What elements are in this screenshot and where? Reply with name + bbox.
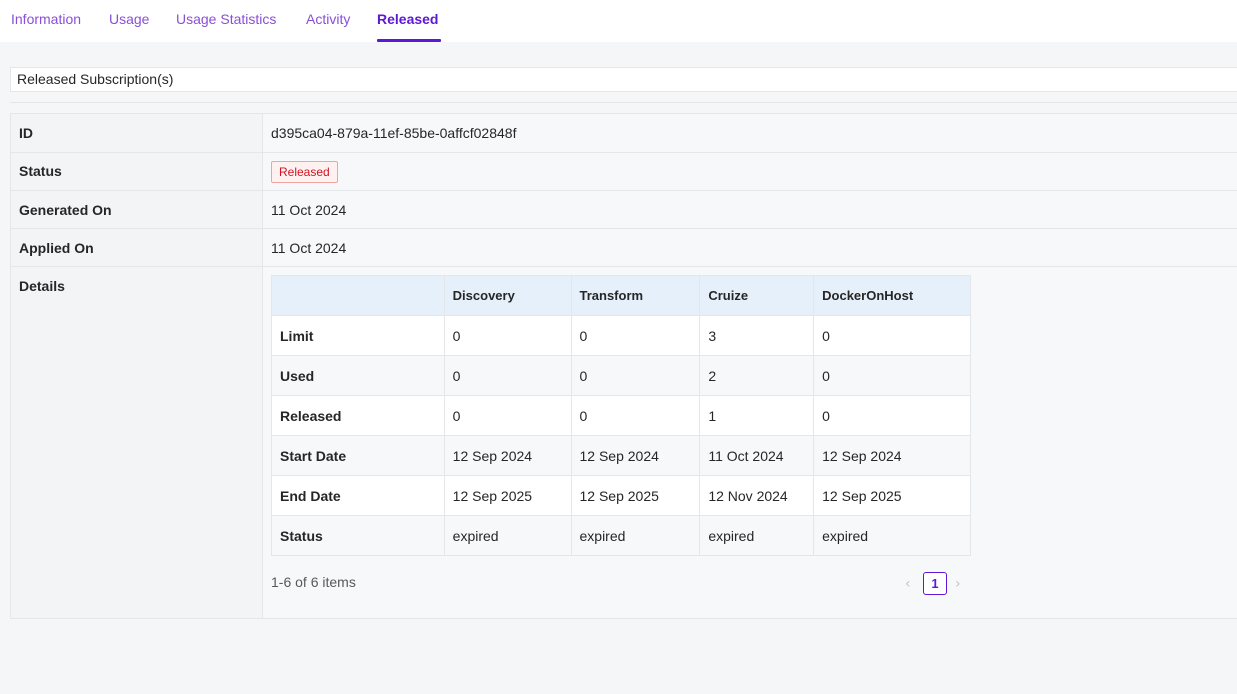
table-cell: 0 xyxy=(570,355,701,396)
table-cell: expired xyxy=(813,515,971,556)
column-header-dockeronhost: DockerOnHost xyxy=(813,275,971,316)
tab-usage-statistics[interactable]: Usage Statistics xyxy=(176,11,276,27)
tab-released[interactable]: Released xyxy=(377,11,438,27)
column-header-cruize: Cruize xyxy=(699,275,815,316)
column-header-discovery: Discovery xyxy=(443,275,572,316)
pagination-page-1[interactable]: 1 xyxy=(923,572,947,595)
field-value-applied-on: 11 Oct 2024 xyxy=(263,229,1237,266)
table-cell: expired xyxy=(570,515,701,556)
chevron-left-icon[interactable]: ‹ xyxy=(905,576,911,592)
tab-bar: Information Usage Usage Statistics Activ… xyxy=(0,0,1237,42)
table-cell: 12 Sep 2024 xyxy=(443,435,572,476)
chevron-right-icon[interactable]: › xyxy=(955,576,961,592)
row-label: End Date xyxy=(271,475,445,516)
table-cell: 12 Sep 2024 xyxy=(570,435,701,476)
table-cell: 12 Sep 2024 xyxy=(813,435,971,476)
field-label-details: Details xyxy=(10,267,263,618)
table-row: Limit 0 0 3 0 xyxy=(271,315,971,356)
pagination-summary: 1-6 of 6 items xyxy=(271,574,356,590)
table-cell: 0 xyxy=(443,315,572,356)
row-label: Start Date xyxy=(271,435,445,476)
column-header-transform: Transform xyxy=(570,275,701,316)
table-cell: 12 Sep 2025 xyxy=(443,475,572,516)
table-cell: expired xyxy=(699,515,815,556)
divider xyxy=(10,102,1237,103)
field-value-status: Released xyxy=(263,153,1237,190)
table-cell: 0 xyxy=(813,355,971,396)
field-label-status: Status xyxy=(10,153,263,190)
field-label-applied-on: Applied On xyxy=(10,229,263,266)
row-label: Used xyxy=(271,355,445,396)
table-cell: 11 Oct 2024 xyxy=(699,435,815,476)
field-value-id: d395ca04-879a-11ef-85be-0affcf02848f xyxy=(263,114,1237,152)
table-row: Released 0 0 1 0 xyxy=(271,395,971,436)
table-row: End Date 12 Sep 2025 12 Sep 2025 12 Nov … xyxy=(271,475,971,516)
table-cell: 0 xyxy=(813,395,971,436)
field-row-status: Status Released xyxy=(10,152,1237,190)
row-label: Limit xyxy=(271,315,445,356)
field-row-applied-on: Applied On 11 Oct 2024 xyxy=(10,228,1237,266)
table-cell: 0 xyxy=(570,395,701,436)
table-cell: 12 Sep 2025 xyxy=(813,475,971,516)
table-cell: 1 xyxy=(699,395,815,436)
table-row: Start Date 12 Sep 2024 12 Sep 2024 11 Oc… xyxy=(271,435,971,476)
divider xyxy=(10,618,1237,619)
section-title: Released Subscription(s) xyxy=(10,67,1237,92)
field-value-generated-on: 11 Oct 2024 xyxy=(263,191,1237,228)
details-table: Discovery Transform Cruize DockerOnHost … xyxy=(271,275,971,556)
tab-usage[interactable]: Usage xyxy=(109,11,149,27)
tab-activity[interactable]: Activity xyxy=(306,11,350,27)
table-header-row: Discovery Transform Cruize DockerOnHost xyxy=(271,275,971,316)
table-cell: 12 Sep 2025 xyxy=(570,475,701,516)
table-row: Used 0 0 2 0 xyxy=(271,355,971,396)
row-label: Released xyxy=(271,395,445,436)
table-cell: 0 xyxy=(443,395,572,436)
table-cell: 3 xyxy=(699,315,815,356)
field-label-generated-on: Generated On xyxy=(10,191,263,228)
table-cell: 0 xyxy=(813,315,971,356)
field-label-id: ID xyxy=(10,114,263,152)
table-cell: expired xyxy=(443,515,572,556)
field-row-generated-on: Generated On 11 Oct 2024 xyxy=(10,190,1237,228)
column-header xyxy=(271,275,445,316)
table-row: Status expired expired expired expired xyxy=(271,515,971,556)
table-cell: 12 Nov 2024 xyxy=(699,475,815,516)
status-badge: Released xyxy=(271,161,338,183)
table-cell: 2 xyxy=(699,355,815,396)
table-cell: 0 xyxy=(443,355,572,396)
table-cell: 0 xyxy=(570,315,701,356)
row-label: Status xyxy=(271,515,445,556)
active-tab-indicator xyxy=(377,39,441,42)
tab-information[interactable]: Information xyxy=(11,11,81,27)
field-row-id: ID d395ca04-879a-11ef-85be-0affcf02848f xyxy=(10,113,1237,152)
